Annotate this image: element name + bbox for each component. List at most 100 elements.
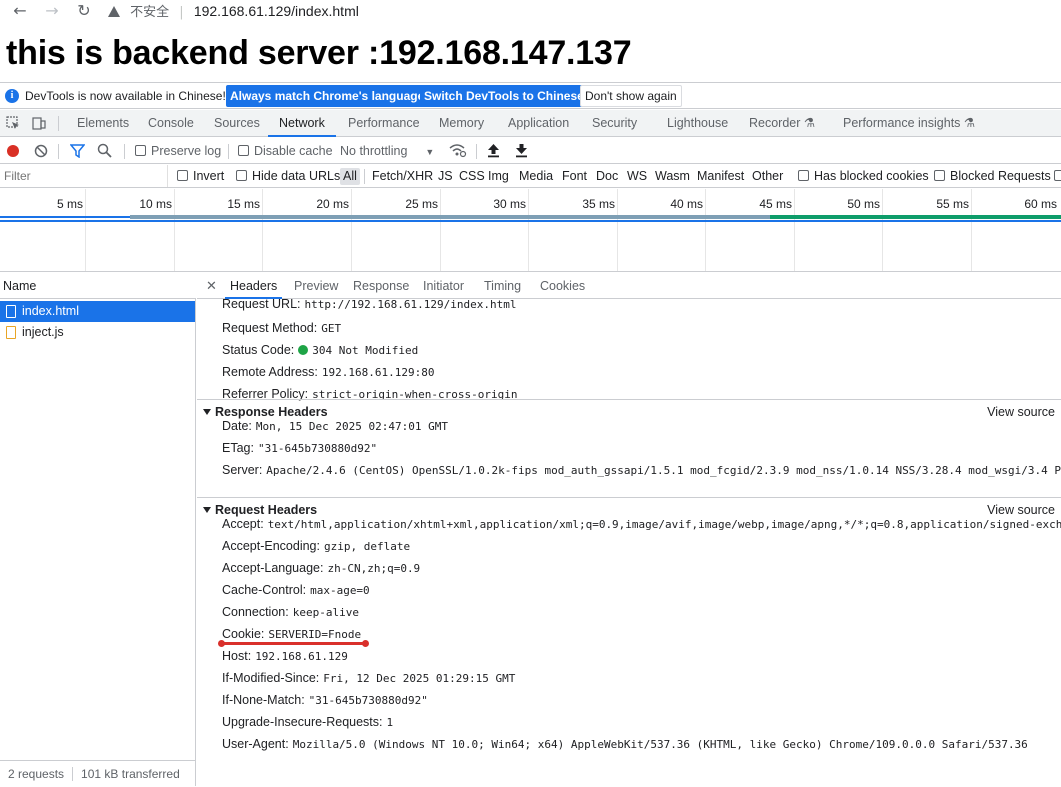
record-icon[interactable] bbox=[7, 145, 19, 157]
tab-cookies[interactable]: Cookies bbox=[540, 273, 585, 299]
type-filter-fetch-xhr[interactable]: Fetch/XHR bbox=[372, 165, 433, 188]
tab-sources[interactable]: Sources bbox=[214, 110, 260, 137]
request-count: 2 requests bbox=[8, 767, 65, 781]
tab-recorder[interactable]: Recorder ⚗ bbox=[749, 110, 815, 137]
network-filter-bar: Invert Hide data URLs All Fetch/XHR JS C… bbox=[0, 165, 1061, 188]
warning-icon bbox=[108, 6, 120, 17]
throttling-value: No throttling bbox=[340, 144, 408, 158]
invert-label: Invert bbox=[193, 169, 225, 183]
header-name: Accept-Language: bbox=[222, 561, 324, 575]
dont-show-again-button[interactable]: Don't show again bbox=[580, 85, 682, 107]
header-row: Accept-Encoding: gzip, deflate bbox=[222, 535, 410, 557]
tab-headers[interactable]: Headers bbox=[225, 273, 283, 299]
type-filter-media[interactable]: Media bbox=[519, 165, 553, 188]
tab-console[interactable]: Console bbox=[148, 110, 194, 137]
request-row-index-html[interactable]: index.html bbox=[0, 301, 195, 322]
view-source-link[interactable]: View source bbox=[987, 400, 1055, 424]
preserve-log-checkbox[interactable]: Preserve log bbox=[135, 138, 221, 164]
header-row: ETag: "31-645b730880d92" bbox=[222, 437, 377, 459]
type-filter-all[interactable]: All bbox=[340, 168, 360, 185]
filter-icon[interactable] bbox=[70, 144, 85, 158]
timeline-gridline bbox=[882, 189, 883, 271]
header-name: Upgrade-Insecure-Requests: bbox=[222, 715, 383, 729]
header-value: gzip, deflate bbox=[323, 540, 411, 553]
network-conditions-icon[interactable] bbox=[449, 143, 467, 158]
export-har-icon[interactable] bbox=[515, 143, 528, 158]
tab-response[interactable]: Response bbox=[353, 273, 409, 299]
throttling-select[interactable]: No throttling ▼ bbox=[340, 138, 434, 164]
third-party-checkbox[interactable] bbox=[1054, 165, 1061, 188]
tab-performance-insights-label: Performance insights bbox=[843, 116, 961, 130]
switch-language-button[interactable]: Switch DevTools to Chinese bbox=[420, 85, 588, 107]
header-name: Status Code: bbox=[222, 343, 295, 357]
type-filter-wasm[interactable]: Wasm bbox=[655, 165, 690, 188]
tab-performance-insights[interactable]: Performance insights ⚗ bbox=[843, 110, 975, 137]
checkbox-icon bbox=[236, 170, 247, 181]
tab-performance[interactable]: Performance bbox=[348, 110, 420, 137]
header-value: 192.168.61.129 bbox=[255, 650, 348, 663]
filter-input[interactable] bbox=[0, 165, 168, 187]
annotation-underline bbox=[218, 640, 369, 647]
invert-checkbox[interactable]: Invert bbox=[177, 165, 224, 188]
tab-timing[interactable]: Timing bbox=[484, 273, 521, 299]
blocked-requests-checkbox[interactable]: Blocked Requests bbox=[934, 165, 1051, 188]
header-name: If-None-Match: bbox=[222, 693, 305, 707]
back-arrow-icon[interactable]: ← bbox=[8, 0, 32, 24]
timeline-tick: 45 ms bbox=[759, 197, 792, 211]
tab-security[interactable]: Security bbox=[592, 110, 637, 137]
page-heading: this is backend server :192.168.147.137 bbox=[6, 34, 632, 72]
header-value: 304 Not Modified bbox=[312, 344, 419, 357]
type-filter-other[interactable]: Other bbox=[752, 165, 783, 188]
search-icon[interactable] bbox=[97, 143, 112, 158]
header-name: Request Method: bbox=[222, 321, 318, 335]
tab-preview[interactable]: Preview bbox=[294, 273, 338, 299]
hide-data-urls-label: Hide data URLs bbox=[252, 169, 341, 183]
type-filter-font[interactable]: Font bbox=[562, 165, 587, 188]
header-name: Host: bbox=[222, 649, 252, 663]
inspect-element-icon[interactable] bbox=[6, 116, 20, 130]
network-overview-timeline[interactable]: 5 ms 10 ms 15 ms 20 ms 25 ms 30 ms 35 ms… bbox=[0, 189, 1061, 272]
header-name: Remote Address: bbox=[222, 365, 318, 379]
disable-cache-checkbox[interactable]: Disable cache bbox=[238, 138, 333, 164]
match-language-button[interactable]: Always match Chrome's language bbox=[226, 85, 429, 107]
toolbar-divider bbox=[228, 144, 229, 159]
type-filter-css[interactable]: CSS bbox=[459, 165, 485, 188]
has-blocked-cookies-checkbox[interactable]: Has blocked cookies bbox=[798, 165, 929, 188]
tab-initiator[interactable]: Initiator bbox=[423, 273, 464, 299]
type-filter-img[interactable]: Img bbox=[488, 165, 509, 188]
filter-divider bbox=[364, 169, 365, 184]
timeline-bar-waiting bbox=[0, 216, 130, 218]
forward-arrow-icon[interactable]: → bbox=[40, 0, 64, 24]
import-har-icon[interactable] bbox=[487, 143, 500, 158]
collapse-triangle-icon bbox=[203, 409, 211, 415]
timeline-tick: 25 ms bbox=[405, 197, 438, 211]
type-filter-doc[interactable]: Doc bbox=[596, 165, 618, 188]
timeline-tick: 35 ms bbox=[582, 197, 615, 211]
device-toolbar-icon[interactable] bbox=[32, 116, 46, 130]
request-detail-pane: ✕ Headers Preview Response Initiator Tim… bbox=[197, 273, 1061, 786]
header-row: Accept: text/html,application/xhtml+xml,a… bbox=[222, 513, 1061, 535]
tab-memory[interactable]: Memory bbox=[439, 110, 484, 137]
timeline-bar-download bbox=[770, 215, 1061, 219]
toolbar-divider bbox=[124, 144, 125, 159]
tab-recorder-label: Recorder bbox=[749, 116, 801, 130]
tab-lighthouse[interactable]: Lighthouse bbox=[667, 110, 728, 137]
header-value: Apache/2.4.6 (CentOS) OpenSSL/1.0.2k-fip… bbox=[266, 464, 1061, 477]
type-filter-manifest[interactable]: Manifest bbox=[697, 165, 744, 188]
header-row: Accept-Language: zh-CN,zh;q=0.9 bbox=[222, 557, 420, 579]
timeline-gridline bbox=[262, 189, 263, 271]
tab-application[interactable]: Application bbox=[508, 110, 569, 137]
type-filter-ws[interactable]: WS bbox=[627, 165, 647, 188]
hide-data-urls-checkbox[interactable]: Hide data URLs bbox=[236, 165, 340, 188]
tab-elements[interactable]: Elements bbox=[77, 110, 129, 137]
request-row-inject-js[interactable]: inject.js bbox=[0, 322, 195, 343]
clear-icon[interactable] bbox=[34, 144, 48, 158]
tab-network[interactable]: Network bbox=[268, 110, 336, 137]
type-filter-js[interactable]: JS bbox=[438, 165, 453, 188]
name-column-header[interactable]: Name bbox=[0, 273, 196, 299]
reload-icon[interactable]: ↻ bbox=[72, 0, 96, 24]
address-bar[interactable]: 不安全 | 192.168.61.129/index.html bbox=[108, 0, 359, 22]
header-value: Mozilla/5.0 (Windows NT 10.0; Win64; x64… bbox=[292, 738, 1028, 751]
has-blocked-cookies-label: Has blocked cookies bbox=[814, 169, 929, 183]
close-detail-icon[interactable]: ✕ bbox=[206, 273, 217, 299]
